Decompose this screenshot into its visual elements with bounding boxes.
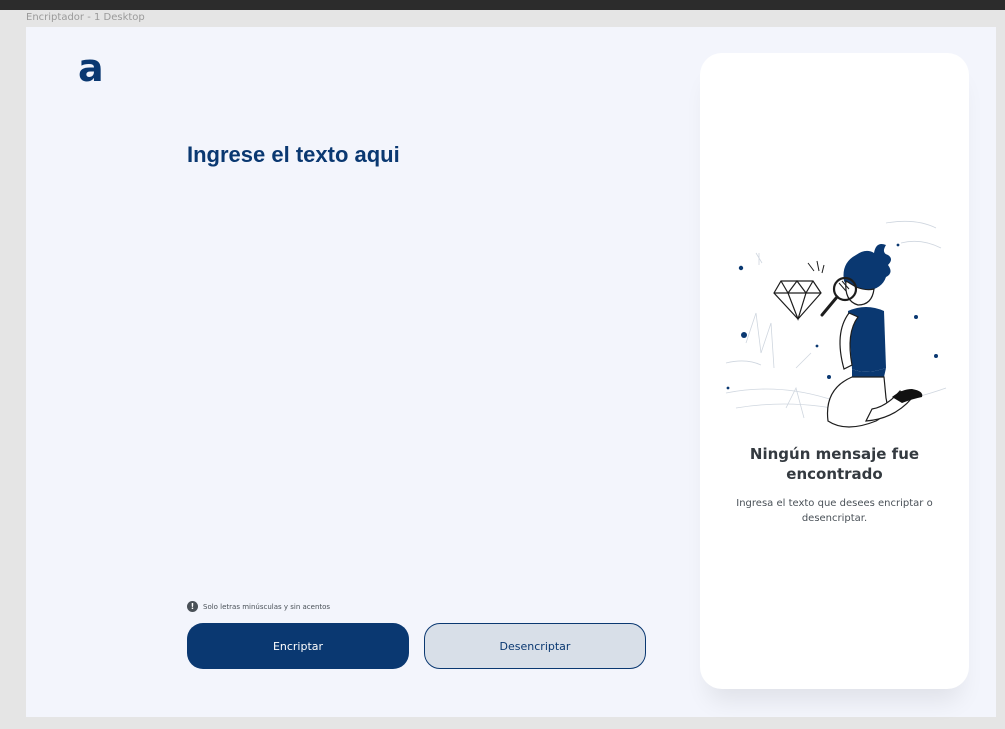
desktop-frame: a ! Solo letras minúsculas y sin acentos… [26,27,996,717]
empty-state-description: Ingresa el texto que desees encriptar o … [736,498,933,524]
editor-top-bar [0,0,1005,10]
decrypt-button[interactable]: Desencriptar [424,623,646,669]
frame-label: Encriptador - 1 Desktop [26,12,145,23]
result-panel: Ningún mensaje fue encontrado Ingresa el… [700,53,969,689]
exclamation-circle-icon: ! [187,601,198,612]
logo[interactable]: a [78,49,104,87]
encrypt-button[interactable]: Encriptar [187,623,409,669]
hint-text: Solo letras minúsculas y sin acentos [203,602,331,611]
text-input[interactable] [187,142,647,582]
person-with-magnifying-glass-illustration [725,220,947,428]
input-hint: ! Solo letras minúsculas y sin acentos [187,601,330,612]
empty-state-title: Ningún mensaje fue encontrado [749,445,920,483]
